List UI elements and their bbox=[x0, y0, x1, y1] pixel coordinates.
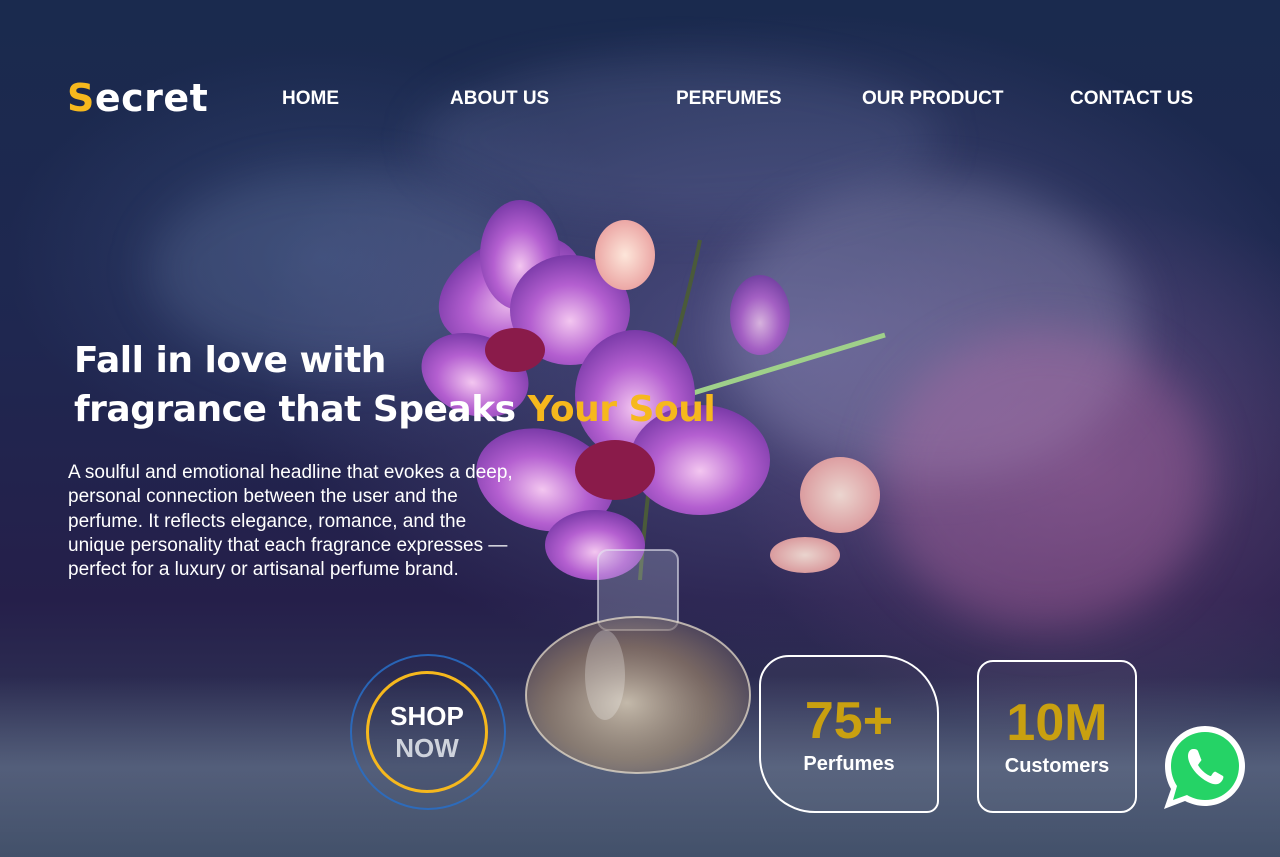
shop-now-button[interactable]: SHOP NOW bbox=[366, 671, 488, 793]
stat-value: 10M bbox=[1006, 694, 1108, 752]
headline-line-1: Fall in love with bbox=[74, 340, 386, 381]
nav-about-us[interactable]: ABOUT US bbox=[450, 88, 549, 110]
stat-label: Customers bbox=[1004, 755, 1110, 777]
shop-now-line-2: NOW bbox=[395, 733, 459, 763]
nav-home[interactable]: HOME bbox=[282, 88, 339, 110]
whatsapp-icon[interactable] bbox=[1160, 722, 1250, 814]
nav-perfumes[interactable]: PERFUMES bbox=[676, 88, 782, 110]
stat-label: Perfumes bbox=[803, 752, 895, 775]
nav-contact-us[interactable]: CONTACT US bbox=[1070, 88, 1193, 110]
stat-card-perfumes: 75+ Perfumes bbox=[759, 655, 939, 813]
headline-accent: Your Soul bbox=[527, 389, 716, 430]
stat-value: 75+ bbox=[804, 691, 894, 750]
shop-now-line-1: SHOP bbox=[390, 701, 464, 731]
headline-line-2: fragrance that Speaks bbox=[74, 389, 528, 430]
logo-rest: ecret bbox=[94, 76, 209, 120]
stat-card-customers: 10M Customers bbox=[977, 660, 1137, 813]
hero-description: A soulful and emotional headline that ev… bbox=[68, 462, 513, 581]
nav-our-product[interactable]: OUR PRODUCT bbox=[862, 88, 1003, 110]
perfume-bottle-vase bbox=[525, 549, 751, 774]
hero-headline: Fall in love with fragrance that Speaks Y… bbox=[74, 336, 716, 434]
brand-logo[interactable]: Secret bbox=[67, 76, 208, 120]
logo-first-letter: S bbox=[67, 76, 95, 120]
